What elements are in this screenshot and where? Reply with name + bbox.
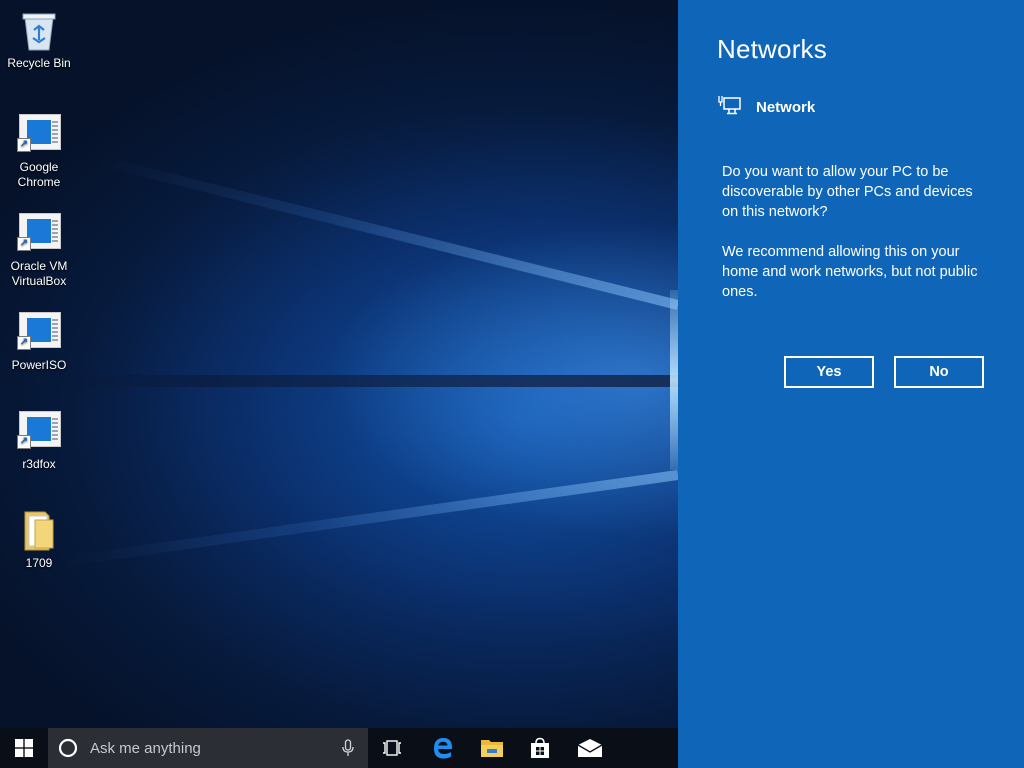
shortcut-icon: ↗	[15, 308, 63, 356]
wallpaper-light-beam	[63, 470, 678, 567]
shortcut-arrow-icon: ↗	[17, 237, 31, 251]
shortcut-icon: ↗	[15, 209, 63, 257]
no-button[interactable]: No	[894, 356, 984, 388]
store-icon	[531, 737, 549, 758]
flyout-title: Networks	[717, 34, 827, 64]
shortcut-arrow-icon: ↗	[17, 336, 31, 350]
desktop-icon-label: r3dfox	[22, 457, 56, 471]
mail-taskbar-button[interactable]	[566, 728, 614, 768]
yes-button[interactable]: Yes	[784, 356, 874, 388]
desktop-icon-label: PowerISO	[11, 358, 67, 372]
folder-icon	[15, 506, 63, 554]
mail-icon	[577, 739, 603, 757]
file-explorer-icon	[481, 740, 503, 757]
desktop: Recycle Bin ↗ Google Chrome ↗ Oracle VM …	[0, 0, 678, 728]
wired-network-icon	[718, 94, 742, 121]
edge-icon	[434, 738, 453, 759]
windows-start-icon	[15, 739, 33, 757]
wallpaper-glow	[670, 290, 678, 470]
store-taskbar-button[interactable]	[516, 728, 564, 768]
recycle-bin-icon	[15, 6, 63, 54]
shortcut-arrow-icon: ↗	[17, 138, 31, 152]
shortcut-icon: ↗	[15, 407, 63, 455]
task-view-button[interactable]	[368, 728, 416, 768]
edge-taskbar-button[interactable]	[419, 728, 467, 768]
task-view-icon	[383, 740, 401, 756]
desktop-icon-label: Recycle Bin	[7, 56, 71, 70]
start-button[interactable]	[0, 728, 48, 768]
desktop-icon-google-chrome[interactable]: ↗ Google Chrome	[1, 110, 77, 190]
microphone-icon[interactable]	[342, 739, 354, 757]
desktop-icon-recycle-bin[interactable]: Recycle Bin	[1, 6, 77, 71]
desktop-icon-r3dfox[interactable]: ↗ r3dfox	[1, 407, 77, 472]
desktop-icon-1709-folder[interactable]: 1709	[1, 506, 77, 571]
desktop-icon-label: 1709	[25, 556, 53, 570]
shortcut-icon: ↗	[15, 110, 63, 158]
desktop-icon-label: Google Chrome	[17, 160, 61, 189]
network-discovery-flyout: Networks Network Do you want to allow yo…	[678, 0, 1024, 768]
discoverable-question: Do you want to allow your PC to be disco…	[722, 164, 973, 220]
wallpaper-dark-band	[0, 375, 678, 387]
cortana-search-box[interactable]	[48, 728, 368, 768]
desktop-icon-poweriso[interactable]: ↗ PowerISO	[1, 308, 77, 373]
desktop-icon-label: Oracle VM VirtualBox	[10, 259, 68, 288]
search-input[interactable]	[88, 736, 322, 760]
taskbar	[0, 728, 678, 768]
recommendation-text: We recommend allowing this on your home …	[722, 244, 978, 300]
file-explorer-taskbar-button[interactable]	[468, 728, 516, 768]
desktop-icon-oracle-vm-virtualbox[interactable]: ↗ Oracle VM VirtualBox	[1, 209, 77, 289]
network-name: Network	[756, 99, 816, 116]
shortcut-arrow-icon: ↗	[17, 435, 31, 449]
cortana-icon	[58, 738, 78, 758]
wallpaper-light-beam	[94, 154, 678, 310]
network-entry: Network	[718, 94, 815, 121]
